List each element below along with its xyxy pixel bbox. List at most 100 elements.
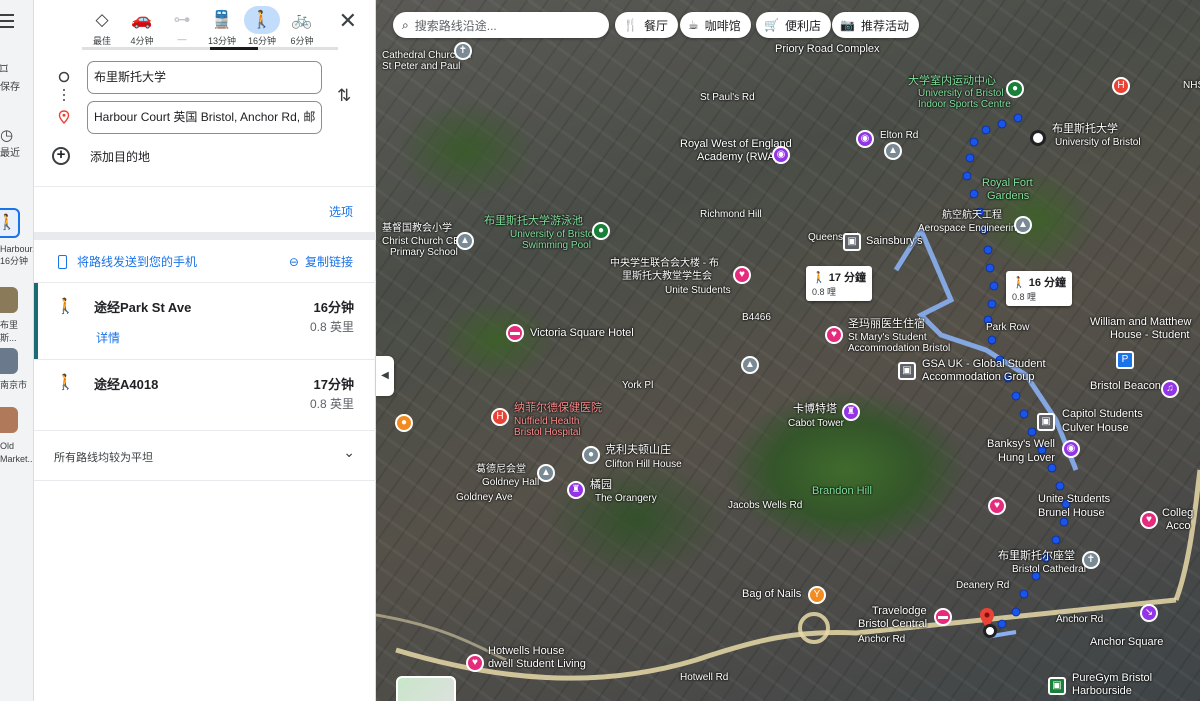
map-label: University of Bristol [510,229,596,240]
add-destination-button[interactable]: + 添加目的地 [52,147,150,165]
landmark-pin-icon[interactable]: ● [582,446,600,464]
motorcycle-icon: ⊶ [173,10,191,29]
recent-item-label: 南京市 [0,380,28,390]
walk-time: 16 分鐘 [1028,277,1067,289]
send-to-phone-link[interactable]: 将路线发送到您的手机 [58,253,197,270]
heart-pin-icon[interactable]: ♥ [466,654,484,672]
church-pin-icon[interactable]: ✝ [454,42,472,60]
hotel-pin-icon[interactable]: ▬ [506,324,524,342]
gallery-pin-icon[interactable]: ◉ [772,146,790,164]
saved-button[interactable]: ⌑ 保存 [0,62,33,94]
store-pin-icon[interactable]: ▣ [1037,413,1055,431]
mode-drive[interactable]: 🚗 4分钟 [122,6,162,47]
bar-pin-icon[interactable]: Y [808,586,826,604]
map-label: 大学室内运动中心 [908,75,996,87]
walk-time-label-main[interactable]: 🚶 16 分鐘 0.8 哩 [1006,271,1073,306]
map-label: Unite Students [665,285,731,296]
route-option-2[interactable]: 🚶 途经A4018 17分钟 0.8 英里 [34,360,376,431]
map-label: Hotwells House [488,645,565,657]
hospital-pin-icon[interactable]: H [1112,77,1130,95]
map-label: Bristol Beacon [1090,380,1161,392]
origin-input[interactable]: 布里斯托大学 [87,61,322,94]
recent-item-bristol[interactable]: 布里斯... [0,318,33,344]
recent-item-sublabel: 16分钟 [0,256,29,266]
recent-thumb-old-market[interactable] [0,407,18,433]
camera-icon: 📷 [840,18,855,32]
heart-pin-icon[interactable]: ♥ [1140,511,1158,529]
school-pin-icon[interactable]: ▲ [537,464,555,482]
pool-pin-icon[interactable]: ● [592,222,610,240]
school-pin-icon[interactable]: ▲ [741,356,759,374]
landmark-pin-icon[interactable]: ♜ [842,403,860,421]
church-pin-icon[interactable]: ✝ [1082,551,1100,569]
route-option-1[interactable]: 🚶 途经Park St Ave 16分钟 0.8 英里 详情 [34,283,376,360]
mode-transit[interactable]: 🚆 13分钟 [202,6,242,47]
copy-link-button[interactable]: ⊖ 复制链接 [289,253,353,270]
mode-walk[interactable]: 🚶 16分钟 [242,6,282,47]
map-label: Nuffield Health [514,416,580,427]
walk-time-label-alt[interactable]: 🚶 17 分鐘 0.8 哩 [806,266,873,301]
recent-thumb-bristol[interactable] [0,287,18,313]
route-search-input[interactable]: ⌕ 搜索路线沿途... [393,12,609,38]
recent-button[interactable]: ◷ 最近 [0,128,33,160]
recent-item-old-market[interactable]: Old Market... [0,440,33,466]
collapse-panel-button[interactable]: ◀ [376,356,394,396]
origin-marker-icon[interactable] [1030,130,1046,146]
map-label: Victoria Square Hotel [530,327,634,339]
landmark-pin-icon[interactable]: ♜ [567,481,585,499]
school-pin-icon[interactable]: ▲ [456,232,474,250]
route-details-link[interactable]: 详情 [96,329,120,346]
layers-thumbnail[interactable] [396,676,456,701]
gallery-pin-icon[interactable]: ◉ [1062,440,1080,458]
phone-icon [58,254,67,269]
chip-recommended-activities[interactable]: 📷 推荐活动 [832,12,919,38]
mode-bicycle[interactable]: 🚲 6分钟 [282,6,322,47]
gallery-pin-icon[interactable]: ◉ [856,130,874,148]
options-link[interactable]: 选项 [329,203,353,220]
landmark-pin-icon[interactable]: ↘ [1140,604,1158,622]
hospital-pin-icon[interactable]: H [491,408,509,426]
walk-icon[interactable]: 🚶 [0,208,20,238]
map-label: 基督国教会小学 [382,223,452,234]
map-label: 布里斯托尔座堂 [998,550,1075,562]
destination-input[interactable]: Harbour Court 英国 Bristol, Anchor Rd, 邮 [87,101,322,134]
chip-convenience-stores[interactable]: 🛒 便利店 [756,12,831,38]
map-label: Bristol Central [858,618,928,630]
store-pin-icon[interactable]: ▣ [898,362,916,380]
recent-thumb-nanjing[interactable] [0,348,18,374]
map-label: Bristol Hospital [514,427,581,438]
mode-label: 13分钟 [207,36,236,46]
heart-pin-icon[interactable]: ♥ [733,266,751,284]
mode-best[interactable]: ◇ 最佳 [82,6,122,47]
close-icon[interactable]: ✕ [339,10,357,32]
map-label: Gardens [987,190,1030,202]
music-pin-icon[interactable]: ♫ [1161,380,1179,398]
road-label: York Pl [622,380,654,391]
heart-pin-icon[interactable]: ♥ [825,326,843,344]
dots-icon [62,88,66,102]
walk-icon: 🚶 [56,298,75,315]
menu-icon[interactable] [0,14,22,30]
sports-pin-icon[interactable]: ● [1006,80,1024,98]
chip-cafes[interactable]: ☕ 咖啡馆 [680,12,751,38]
map-label: Travelodge [872,605,927,617]
store-pin-icon[interactable]: ▣ [843,233,861,251]
chevron-down-icon[interactable]: ⌄ [343,444,355,461]
parking-pin-icon[interactable]: P [1116,351,1134,369]
map-label: Culver House [1062,422,1129,434]
recent-item-nanjing[interactable]: 南京市 [0,378,33,391]
chip-restaurants[interactable]: 🍴 餐厅 [615,12,678,38]
heart-pin-icon[interactable]: ♥ [988,497,1006,515]
recent-item-harbour[interactable]: Harbour... 16分钟 [0,244,33,267]
school-pin-icon[interactable]: ▲ [1014,216,1032,234]
hotel-pin-icon[interactable]: ▬ [934,608,952,626]
bicycle-icon: 🚲 [291,10,313,29]
school-pin-icon[interactable]: ▲ [884,142,902,160]
map-label: 克利夫顿山庄 [605,444,671,456]
gym-pin-icon[interactable]: ▣ [1048,677,1066,695]
mode-label: 6分钟 [290,36,314,46]
map-label: William and Matthew [1090,316,1192,328]
swap-icon[interactable]: ⇅ [337,86,351,106]
food-pin-icon[interactable]: ● [395,414,413,432]
mode-indicator [82,47,338,50]
